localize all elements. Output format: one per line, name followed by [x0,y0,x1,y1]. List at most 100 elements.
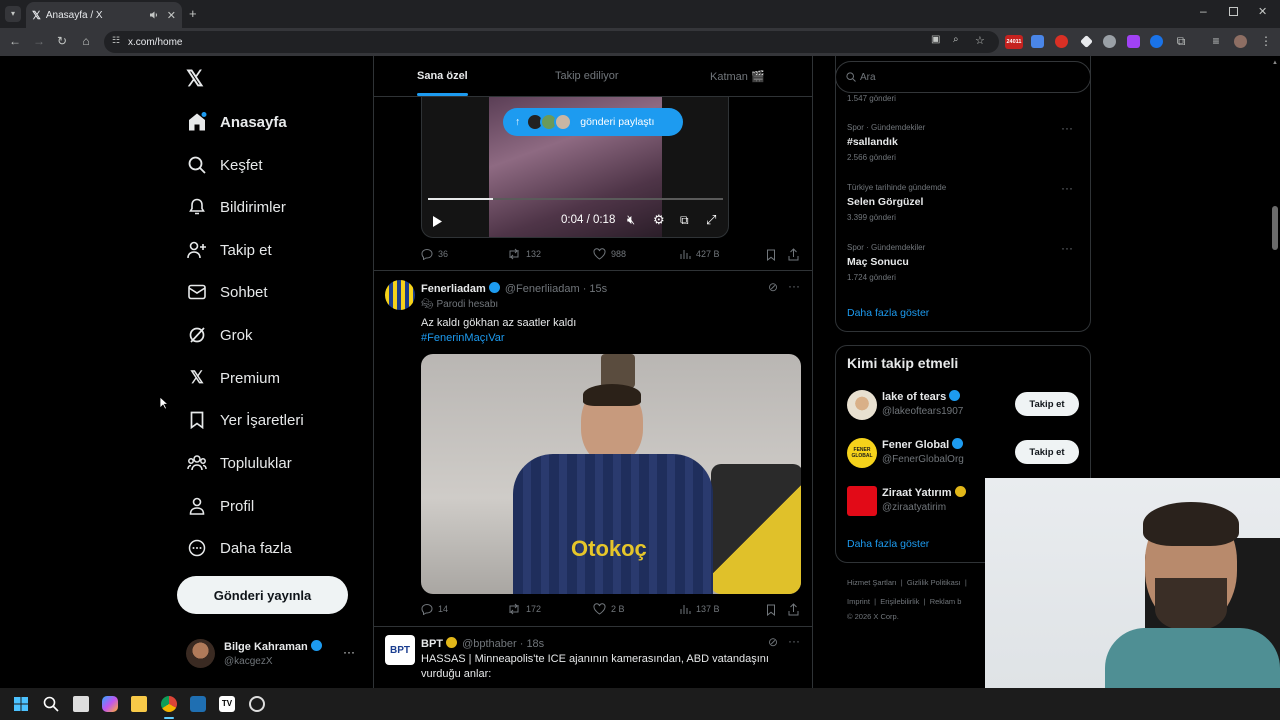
follow-button[interactable]: Takip et [1015,392,1079,416]
trend-more-icon[interactable]: ··· [1061,241,1073,255]
translate-ext-icon[interactable] [1031,35,1044,48]
adblock-ext-icon[interactable] [1055,35,1068,48]
copilot-icon[interactable] [102,696,118,712]
windows-start-icon[interactable] [13,696,29,712]
views-stat[interactable]: 427 B [679,248,720,260]
home-icon-browser[interactable]: ⌂ [79,34,93,48]
new-tab-icon[interactable]: + [189,6,197,21]
forward-icon[interactable]: → [32,34,46,48]
address-bar[interactable]: ☷ x.com/home ▣ ⌕ ☆ [104,31,999,53]
post-media[interactable]: Otokoç [421,354,801,594]
close-tab-icon[interactable]: ✕ [167,9,176,22]
repost-stat[interactable]: 172 [507,603,541,615]
repost-stat[interactable]: 132 [507,248,541,260]
nav-profile[interactable]: Profil [186,486,254,526]
zoom-icon[interactable]: ⌕ [953,34,959,45]
follow-suggestion[interactable]: FENER GLOBAL Fener Global @FenerGlobalOr… [847,436,1079,472]
footer-link[interactable]: Imprint [847,597,870,606]
trend-more-icon[interactable]: ··· [1061,181,1073,195]
views-stat[interactable]: 137 B [679,603,720,615]
task-view-icon[interactable] [73,696,89,712]
install-icon[interactable]: ▣ [931,34,940,45]
chrome-icon[interactable] [161,696,177,712]
search-icon[interactable] [43,696,59,712]
nav-premium[interactable]: 𝕏 Premium [186,358,280,398]
pip-icon[interactable]: ⧉ [680,213,689,228]
show-more-follow-link[interactable]: Daha fazla göster [847,538,929,550]
grok-action-icon[interactable]: ⊘ [768,635,778,649]
account-more-icon[interactable]: ··· [343,645,355,659]
file-explorer-icon[interactable] [131,696,147,712]
post-avatar[interactable] [385,280,415,310]
fullscreen-icon[interactable]: ⤢ [706,212,716,228]
maximize-icon[interactable] [1229,7,1238,16]
app-badge-icon[interactable] [249,696,265,712]
audio-ext-icon[interactable] [1150,35,1163,48]
trend-item[interactable]: Türkiye tarihinde gündemde Selen Görgüze… [847,181,1077,222]
nav-explore[interactable]: Keşfet [186,145,263,185]
account-switcher[interactable]: Bilge Kahraman @kacgezX ··· [186,639,360,671]
author-handle[interactable]: @bpthaber [462,638,517,650]
play-icon[interactable] [432,215,443,228]
nav-more[interactable]: Daha fazla [186,528,292,568]
footer-link[interactable]: Reklam b [930,597,962,606]
post-avatar[interactable]: BPT [385,635,415,665]
scrollbar-thumb[interactable] [1272,206,1278,250]
diamond-ext-icon[interactable] [1080,35,1093,48]
tradingview-icon[interactable]: TV [219,696,235,712]
bookmark-icon[interactable] [766,249,776,261]
nav-communities[interactable]: Topluluklar [186,443,292,483]
follow-suggestion[interactable]: lake of tears @lakeoftears1907 Takip et [847,388,1079,424]
post-button[interactable]: Gönderi yayınla [177,576,348,614]
share-icon[interactable] [788,603,799,616]
tab-for-you[interactable]: Sana özel [417,56,468,96]
mute-icon[interactable]: 🔇︎ [627,212,635,228]
x-logo-icon[interactable]: 𝕏 [186,66,204,92]
post-more-icon[interactable]: ··· [788,634,800,648]
video-progress-track[interactable] [428,198,723,200]
browser-tab[interactable]: 𝕏 Anasayfa / X ✕ [26,2,182,28]
site-info-icon[interactable]: ☷ [112,35,120,46]
follow-button[interactable]: Takip et [1015,440,1079,464]
extension-badge[interactable]: 24011 [1005,35,1023,49]
reading-list-icon[interactable]: ≡ [1209,34,1223,48]
new-posts-pill[interactable]: ↑ gönderi paylaştı [503,108,683,136]
video-settings-icon[interactable]: ⚙ [653,212,665,228]
app-icon[interactable] [190,696,206,712]
tab-following[interactable]: Takip ediliyor [555,56,619,96]
tab-list-button[interactable]: ▾ [5,6,21,22]
nav-bookmarks[interactable]: Yer İşaretleri [186,400,304,440]
profile-avatar-icon[interactable] [1234,35,1247,48]
footer-link[interactable]: Erişilebilirlik [880,597,919,606]
close-window-icon[interactable]: ✕ [1258,5,1267,18]
nav-chat[interactable]: Sohbet [186,272,268,312]
tab-layer[interactable]: Katman 🎬 [710,56,765,96]
speaker-icon[interactable] [149,10,159,20]
nav-grok[interactable]: Grok [186,315,253,355]
nav-notifications[interactable]: Bildirimler [186,187,286,227]
back-icon[interactable]: ← [8,34,22,48]
nav-home[interactable]: Anasayfa [186,102,287,142]
bookmark-star-icon[interactable]: ☆ [975,34,985,47]
reload-icon[interactable]: ↻ [55,34,69,48]
nav-follow[interactable]: Takip et [186,230,272,270]
show-more-trends-link[interactable]: Daha fazla göster [847,307,929,319]
extensions-puzzle-icon[interactable]: ⧉ [1174,34,1188,48]
author-name[interactable]: BPT [421,638,443,650]
browser-menu-icon[interactable]: ⋮ [1259,34,1273,48]
glasses-ext-icon[interactable] [1103,35,1116,48]
trend-item[interactable]: Spor · Gündemdekiler Maç Sonucu 1.724 gö… [847,241,1077,282]
share-icon[interactable] [788,248,799,261]
purple-ext-icon[interactable] [1127,35,1140,48]
reply-stat[interactable]: 36 [421,248,448,260]
footer-link[interactable]: Gizlilik Politikası [907,578,961,587]
post-time[interactable]: · 15s [583,283,607,295]
scrollbar-up-icon[interactable]: ▲ [1272,60,1278,66]
like-stat[interactable]: 2 B [593,603,625,615]
bookmark-icon[interactable] [766,604,776,616]
minimize-icon[interactable]: – [1200,4,1207,18]
author-handle[interactable]: @Fenerliiadam [505,283,580,295]
author-name[interactable]: Fenerliadam [421,283,486,295]
trend-more-icon[interactable]: ··· [1061,121,1073,135]
trend-item[interactable]: Spor · Gündemdekiler #sallandık 2.566 gö… [847,121,1077,162]
